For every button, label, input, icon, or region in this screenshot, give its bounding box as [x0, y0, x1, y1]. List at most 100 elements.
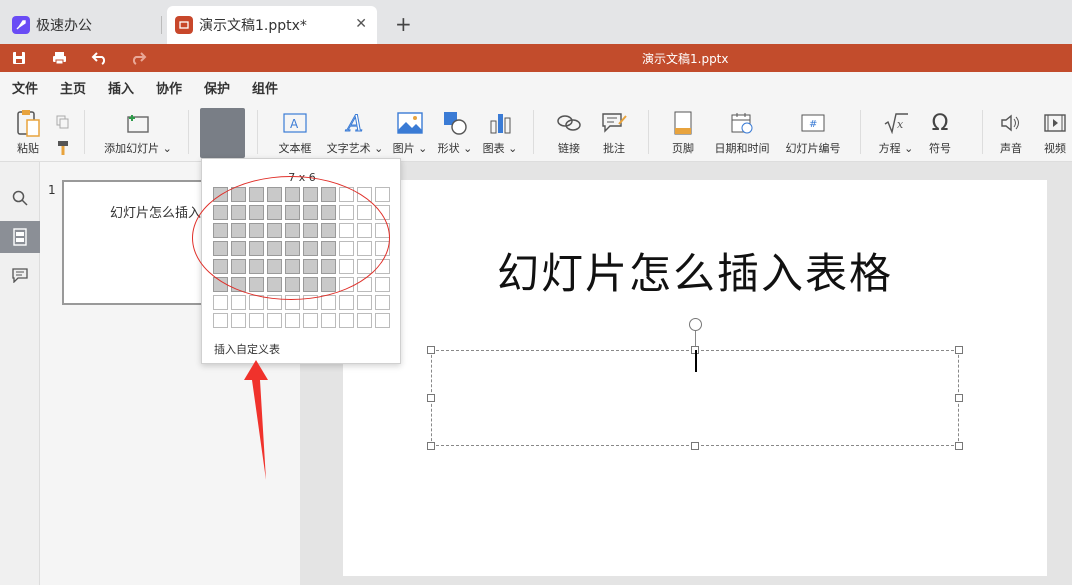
table-grid-cell[interactable] [339, 313, 354, 328]
tab-home-label: 极速办公 [36, 18, 92, 34]
table-grid-cell[interactable] [375, 295, 390, 310]
menu-file[interactable]: 文件 [12, 78, 38, 97]
thumbnail-title: 幻灯片怎么插入 [110, 206, 202, 221]
table-grid-cell[interactable] [339, 295, 354, 310]
resize-handle[interactable] [427, 442, 435, 450]
link-button[interactable]: 链接 [550, 108, 588, 156]
table-grid-cell[interactable] [249, 313, 264, 328]
chart-button[interactable]: 图表 ⌄ [480, 108, 520, 156]
symbol-label: 符号 [929, 142, 951, 155]
resize-handle[interactable] [427, 346, 435, 354]
textbox-button[interactable]: A 文本框 [272, 108, 318, 156]
add-slide-label: 添加幻灯片 [104, 142, 160, 155]
slide-number-label: 幻灯片编号 [785, 142, 841, 155]
menu-collaborate[interactable]: 协作 [156, 78, 182, 97]
table-grid-cell[interactable] [375, 313, 390, 328]
chevron-down-icon: ⌄ [508, 142, 518, 155]
image-button[interactable]: 图片 ⌄ [390, 108, 430, 156]
speaker-icon [994, 108, 1028, 138]
menu-insert[interactable]: 插入 [108, 78, 135, 103]
table-button-highlight [200, 108, 245, 158]
equation-button[interactable]: x 方程 ⌄ [876, 108, 916, 156]
add-slide-button[interactable]: 添加幻灯片 ⌄ [100, 108, 176, 156]
presentation-icon [175, 16, 193, 34]
wordart-label: 文字艺术 [326, 142, 371, 155]
svg-text:#: # [809, 119, 817, 130]
slide-title[interactable]: 幻灯片怎么插入表格 [343, 240, 1047, 301]
redo-icon[interactable] [130, 49, 148, 67]
menu-components[interactable]: 组件 [252, 78, 278, 97]
resize-handle[interactable] [955, 394, 963, 402]
shape-label: 形状 [437, 142, 460, 155]
table-grid-cell[interactable] [375, 277, 390, 292]
save-icon[interactable] [10, 49, 28, 67]
datetime-button[interactable]: 日期和时间 [710, 108, 774, 156]
table-grid-cell[interactable] [321, 295, 336, 310]
insert-custom-table[interactable]: 插入自定义表 [214, 341, 280, 357]
svg-text:x: x [897, 118, 904, 131]
link-label: 链接 [558, 142, 580, 155]
table-grid-cell[interactable] [213, 313, 228, 328]
audio-button[interactable]: 声音 [994, 108, 1028, 156]
table-grid-cell[interactable] [231, 313, 246, 328]
ribbon-separator [84, 110, 85, 154]
annotation-arrow [244, 360, 268, 480]
slide-number: 1 [48, 183, 56, 197]
chart-label: 图表 [482, 142, 505, 155]
table-grid-cell[interactable] [375, 187, 390, 202]
comment-label: 批注 [603, 142, 625, 155]
symbol-button[interactable]: Ω 符号 [922, 108, 958, 156]
ribbon-separator [860, 110, 861, 154]
close-icon[interactable]: ✕ [355, 16, 367, 32]
comment-button[interactable]: 批注 [596, 108, 632, 156]
slide-number-button[interactable]: # 幻灯片编号 [782, 108, 844, 156]
format-painter-icon[interactable] [56, 140, 70, 160]
wordart-button[interactable]: A 文字艺术 ⌄ [324, 108, 386, 156]
table-grid-cell[interactable] [231, 295, 246, 310]
rotate-stem [695, 331, 696, 347]
new-tab-button[interactable]: + [395, 12, 412, 36]
menu-bar: 文件 主页 插入 协作 保护 组件 [0, 72, 1072, 103]
search-icon[interactable] [0, 182, 40, 214]
calendar-icon [710, 108, 774, 138]
shape-button[interactable]: 形状 ⌄ [434, 108, 476, 156]
video-icon [1038, 108, 1072, 138]
footer-button[interactable]: 页脚 [664, 108, 702, 156]
resize-handle[interactable] [427, 394, 435, 402]
omega-icon: Ω [931, 110, 949, 136]
menu-home[interactable]: 主页 [60, 78, 86, 97]
paste-label: 粘贴 [17, 142, 39, 155]
tab-document[interactable]: 演示文稿1.pptx* ✕ [167, 6, 377, 44]
tab-separator [161, 16, 162, 34]
table-grid-cell[interactable] [213, 295, 228, 310]
table-grid-cell[interactable] [267, 313, 282, 328]
footer-label: 页脚 [672, 142, 694, 155]
resize-handle[interactable] [955, 346, 963, 354]
rotate-handle[interactable] [689, 318, 702, 331]
table-grid-cell[interactable] [303, 313, 318, 328]
table-grid-cell[interactable] [321, 313, 336, 328]
table-grid-cell[interactable] [357, 313, 372, 328]
slides-panel-icon[interactable] [0, 221, 40, 253]
print-icon[interactable] [50, 49, 68, 67]
tab-home[interactable]: 极速办公 [6, 6, 156, 44]
video-label: 视频 [1044, 142, 1066, 155]
chevron-down-icon: ⌄ [904, 142, 914, 155]
title-bar: 演示文稿1.pptx [0, 44, 1072, 72]
table-grid-cell[interactable] [285, 313, 300, 328]
undo-icon[interactable] [90, 49, 108, 67]
menu-protect[interactable]: 保护 [204, 78, 230, 97]
left-sidebar [0, 162, 40, 585]
video-button[interactable]: 视频 [1038, 108, 1072, 156]
svg-text:A: A [290, 117, 299, 131]
link-icon [550, 108, 588, 138]
ribbon-separator [648, 110, 649, 154]
paste-button[interactable]: 粘贴 [10, 108, 46, 156]
resize-handle[interactable] [955, 442, 963, 450]
copy-icon[interactable] [56, 114, 70, 133]
resize-handle[interactable] [691, 442, 699, 450]
chevron-down-icon: ⌄ [162, 142, 172, 155]
comments-icon[interactable] [0, 259, 40, 291]
table-grid-cell[interactable] [357, 295, 372, 310]
comment-icon [596, 108, 632, 138]
